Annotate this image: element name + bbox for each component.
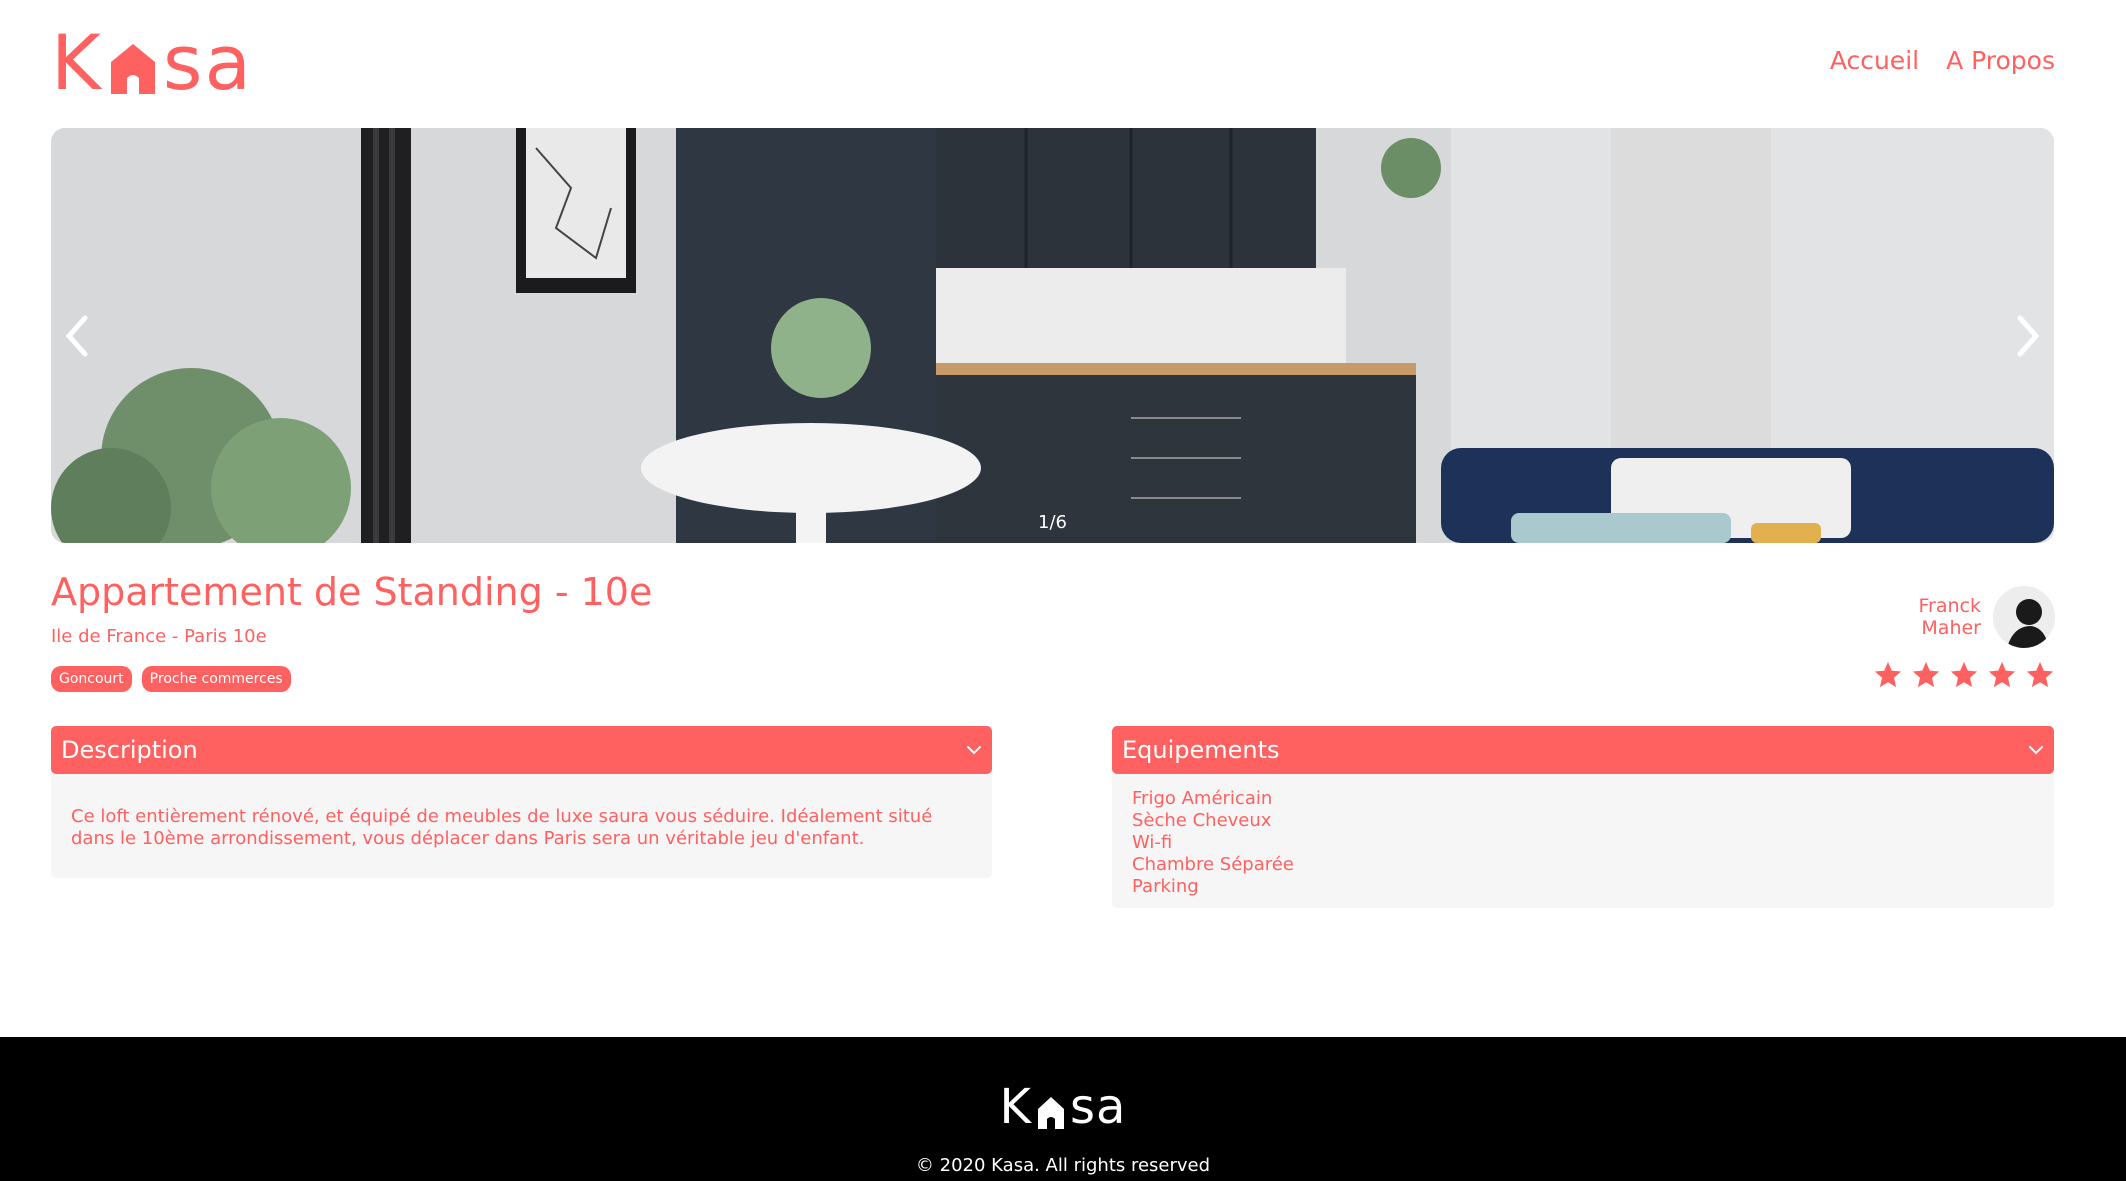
copyright-text: © 2020 Kasa. All rights reserved bbox=[915, 1155, 1211, 1176]
footer-logo: K sa bbox=[0, 1083, 2126, 1131]
main-nav: Accueil A Propos bbox=[1830, 46, 2055, 75]
description-toggle[interactable]: Description bbox=[51, 726, 992, 774]
logo-text-left: K bbox=[51, 18, 103, 107]
description-collapse: Description Ce loft entièrement rénové, … bbox=[51, 726, 992, 878]
footer-logo-text-right: sa bbox=[1070, 1079, 1127, 1135]
equipments-list: Frigo Américain Sèche Cheveux Wi-fi Cham… bbox=[1132, 788, 2034, 898]
listing-title: Appartement de Standing - 10e bbox=[51, 570, 653, 614]
star-icon bbox=[1912, 661, 1940, 688]
description-text: Ce loft entièrement rénové, et équipé de… bbox=[71, 806, 933, 849]
equipments-collapse: Equipements Frigo Américain Sèche Cheveu… bbox=[1112, 726, 2054, 908]
equipment-item: Parking bbox=[1132, 876, 1199, 897]
carousel-next-button[interactable] bbox=[2004, 296, 2054, 376]
chevron-right-icon bbox=[2017, 315, 2040, 357]
chevron-down-icon bbox=[2029, 746, 2043, 755]
host-first-name: Franck bbox=[1918, 595, 1982, 617]
equipments-title: Equipements bbox=[1122, 736, 1280, 764]
host-portrait-icon bbox=[1993, 586, 2055, 648]
footer-logo-text-left: K bbox=[999, 1079, 1033, 1135]
rating-stars bbox=[1873, 660, 2055, 690]
carousel-counter: 1/6 bbox=[1038, 512, 1067, 533]
house-icon bbox=[110, 44, 155, 94]
carousel-prev-button[interactable] bbox=[51, 296, 101, 376]
nav-about-link[interactable]: A Propos bbox=[1946, 46, 2055, 75]
equipment-item: Chambre Séparée bbox=[1132, 854, 1294, 875]
house-icon bbox=[1038, 1097, 1065, 1129]
equipment-item: Sèche Cheveux bbox=[1132, 810, 1272, 831]
listing-location: Ile de France - Paris 10e bbox=[51, 626, 267, 647]
host-last-name: Maher bbox=[1921, 617, 1981, 639]
carousel-image bbox=[51, 128, 2054, 543]
star-icon bbox=[1988, 661, 2016, 688]
star-icon bbox=[2026, 661, 2054, 688]
site-footer: K sa © 2020 Kasa. All rights reserved bbox=[0, 1037, 2126, 1181]
star-icon bbox=[1874, 661, 1902, 688]
description-title: Description bbox=[61, 736, 198, 764]
description-body: Ce loft entièrement rénové, et équipé de… bbox=[51, 774, 992, 878]
equipments-toggle[interactable]: Equipements bbox=[1112, 726, 2054, 774]
equipment-item: Frigo Américain bbox=[1132, 788, 1273, 809]
equipments-body: Frigo Américain Sèche Cheveux Wi-fi Cham… bbox=[1112, 774, 2054, 908]
chevron-down-icon bbox=[967, 746, 981, 755]
host-info: Franck Maher bbox=[1919, 586, 2055, 648]
host-avatar bbox=[1993, 586, 2055, 648]
site-header: K sa Accueil A Propos bbox=[51, 18, 2055, 107]
equipment-item: Wi-fi bbox=[1132, 832, 1173, 853]
tag: Goncourt bbox=[51, 666, 132, 692]
star-icon bbox=[1950, 661, 1978, 688]
tag: Proche commerces bbox=[141, 666, 291, 692]
chevron-left-icon bbox=[65, 315, 88, 357]
kasa-logo[interactable]: K sa bbox=[51, 18, 254, 107]
image-carousel: 1/6 bbox=[51, 128, 2054, 543]
host-name: Franck Maher bbox=[1919, 595, 1982, 639]
logo-text-right: sa bbox=[162, 18, 254, 107]
tag-list: Goncourt Proche commerces bbox=[51, 666, 291, 692]
nav-home-link[interactable]: Accueil bbox=[1830, 46, 1919, 75]
